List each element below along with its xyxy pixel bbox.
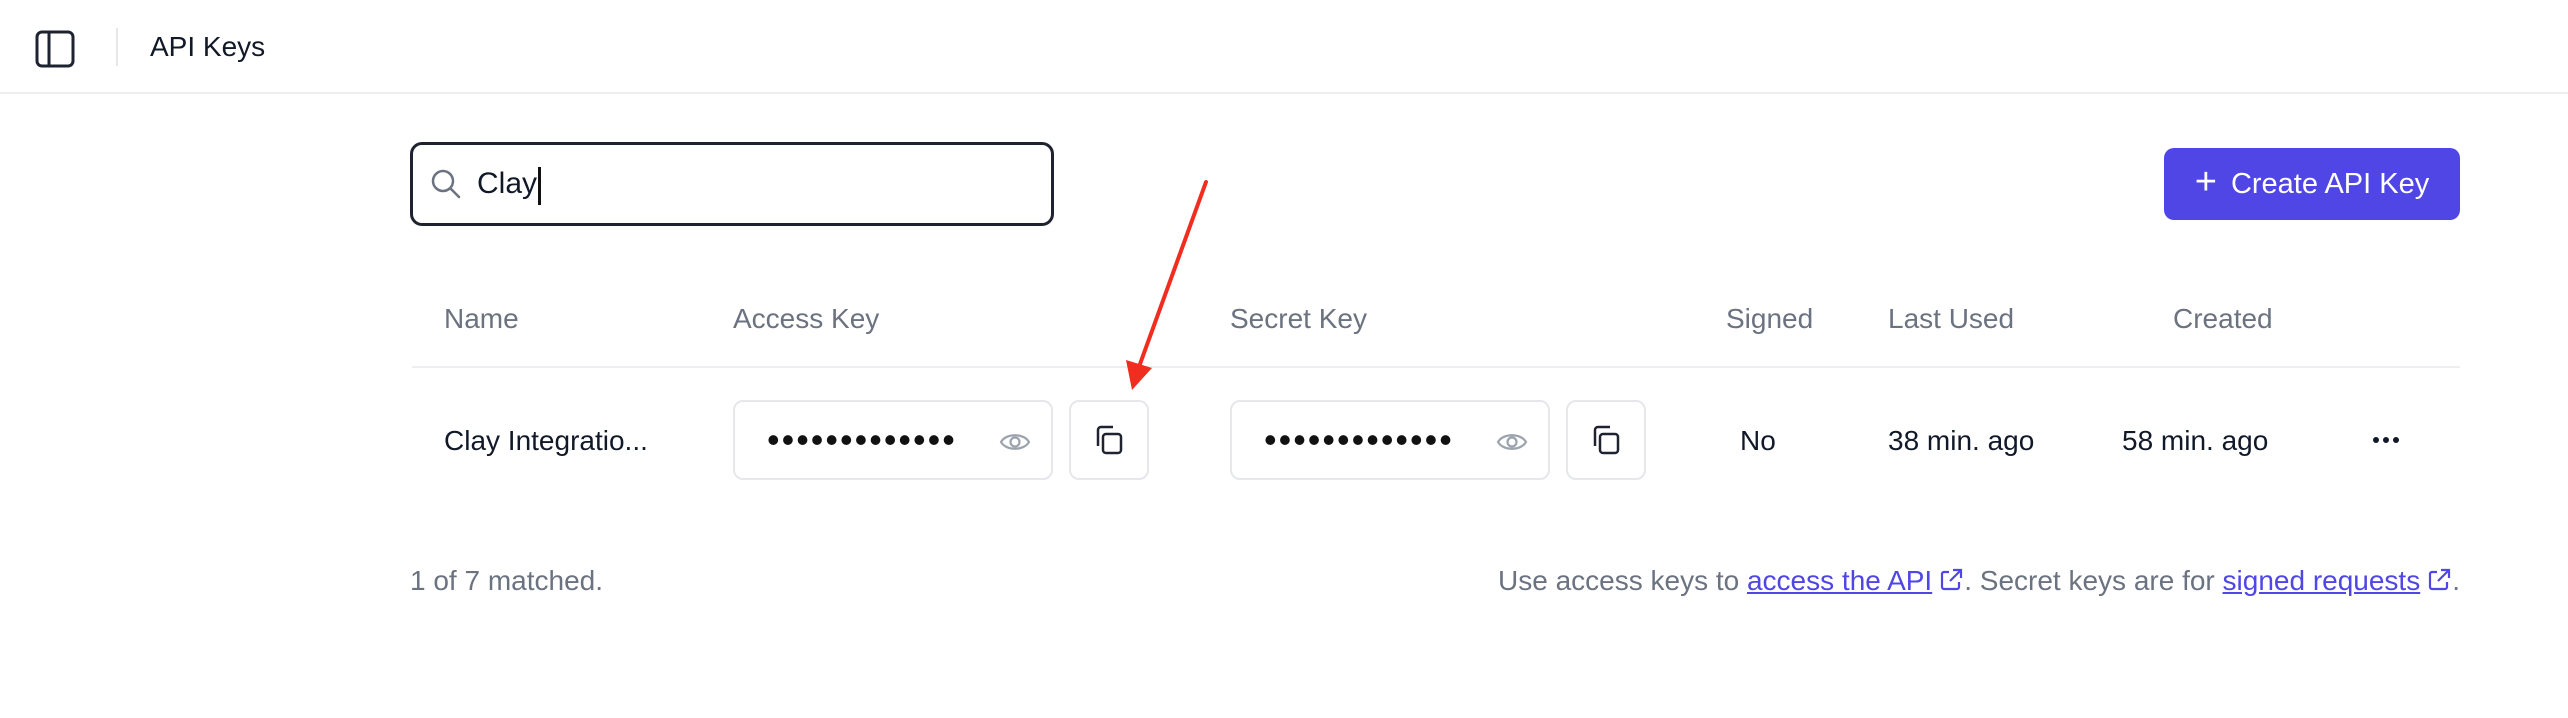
match-count: 1 of 7 matched.	[410, 565, 604, 596]
footer-prefix: Use access keys to	[1498, 565, 1740, 596]
column-header-last-used: Last Used	[1888, 303, 2015, 334]
created-value: 58 min. ago	[2122, 425, 2269, 456]
column-header-name: Name	[444, 303, 519, 334]
eye-icon[interactable]	[1496, 428, 1528, 456]
top-bar: API Keys	[0, 0, 2568, 94]
column-header-signed: Signed	[1726, 303, 1814, 334]
plus-icon: +	[2194, 161, 2217, 203]
search-box[interactable]	[410, 142, 1054, 226]
secret-key-masked: •••••••••••••	[1264, 419, 1454, 460]
access-key-field: •••••••••••••	[733, 400, 1053, 480]
search-icon	[431, 169, 461, 199]
text-caret	[538, 167, 541, 205]
copy-icon	[1096, 425, 1123, 455]
footer-suffix: .	[2452, 565, 2460, 596]
last-used-value: 38 min. ago	[1888, 425, 2035, 456]
access-key-masked: •••••••••••••	[767, 419, 957, 460]
copy-icon	[1593, 425, 1620, 455]
signed-value: No	[1740, 425, 1776, 456]
search-input[interactable]	[477, 161, 1017, 207]
footer-middle: . Secret keys are for	[1964, 565, 2215, 596]
annotation-arrow	[1126, 180, 1208, 390]
external-link-icon	[2429, 568, 2451, 591]
copy-access-key-button[interactable]	[1069, 400, 1149, 480]
page-title: API Keys	[150, 31, 266, 62]
table-header-divider	[412, 366, 2460, 368]
topbar-divider	[116, 28, 118, 66]
column-header-created: Created	[2173, 303, 2273, 334]
more-horizontal-icon	[2373, 437, 2399, 443]
create-api-key-label: Create API Key	[2230, 167, 2430, 200]
create-api-key-button[interactable]: + Create API Key	[2164, 148, 2460, 220]
key-name: Clay Integratio...	[444, 425, 648, 456]
sidebar-toggle-button[interactable]	[34, 28, 76, 70]
signed-requests-link[interactable]: signed requests	[2223, 565, 2421, 596]
column-header-access-key: Access Key	[733, 303, 880, 334]
external-link-icon	[1941, 568, 1963, 591]
copy-secret-key-button[interactable]	[1566, 400, 1646, 480]
secret-key-field: •••••••••••••	[1230, 400, 1550, 480]
footer-help-text: Use access keys to access the API . Secr…	[1498, 564, 2460, 598]
column-header-secret-key: Secret Key	[1230, 303, 1367, 334]
access-api-link[interactable]: access the API	[1747, 565, 1932, 596]
row-more-button[interactable]	[2366, 420, 2406, 460]
eye-icon[interactable]	[999, 428, 1031, 456]
sidebar-panel-icon	[35, 30, 75, 68]
